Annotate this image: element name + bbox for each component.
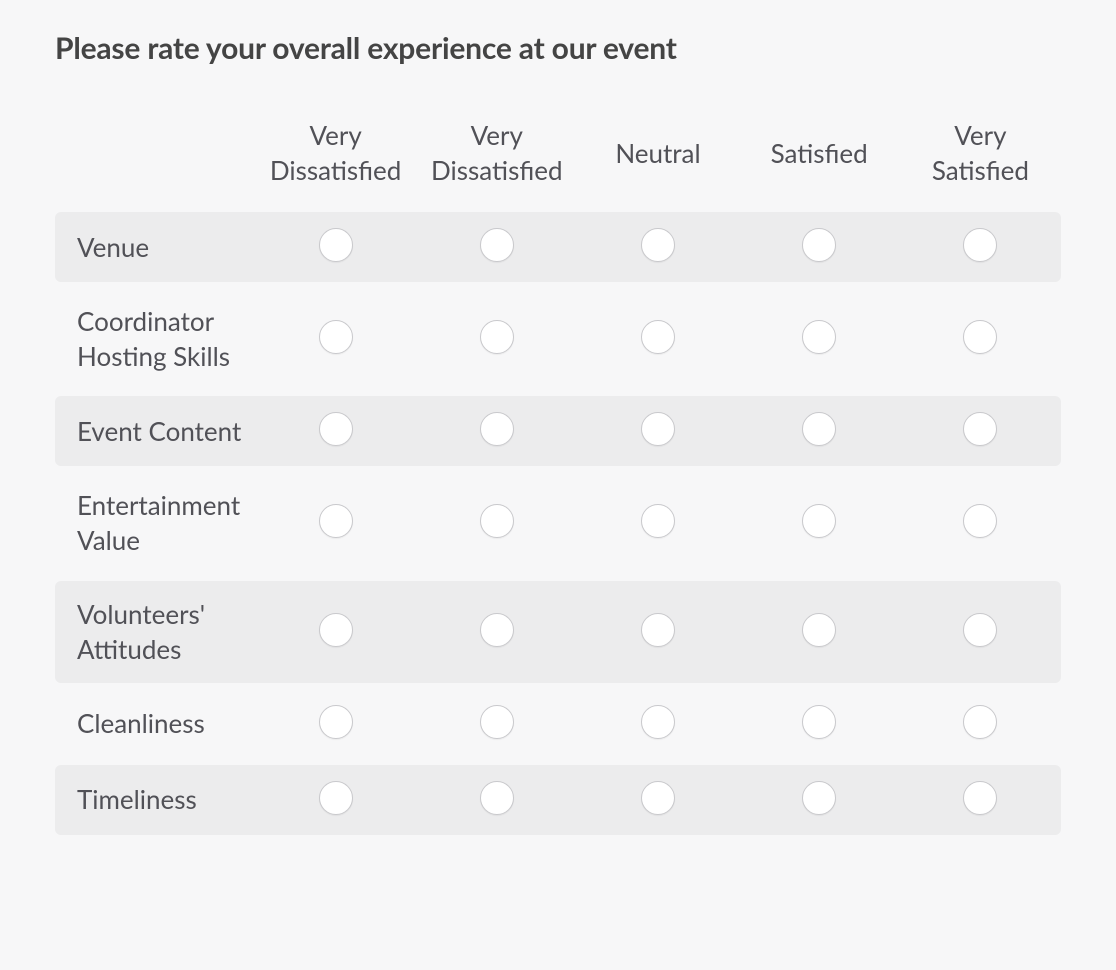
- table-row: Timeliness: [55, 765, 1061, 835]
- radio-option[interactable]: [319, 613, 353, 647]
- radio-option[interactable]: [963, 781, 997, 815]
- table-row: Event Content: [55, 396, 1061, 466]
- radio-option[interactable]: [319, 705, 353, 739]
- radio-option[interactable]: [480, 705, 514, 739]
- radio-option[interactable]: [963, 412, 997, 446]
- table-row: Venue: [55, 212, 1061, 282]
- table-row: Coordinator Hosting Skills: [55, 288, 1061, 390]
- column-header: Satisfied: [739, 102, 900, 206]
- radio-option[interactable]: [641, 320, 675, 354]
- radio-option[interactable]: [802, 412, 836, 446]
- likert-grid: Very Dissatisfied Very Dissatisfied Neut…: [55, 96, 1061, 841]
- radio-option[interactable]: [802, 504, 836, 538]
- radio-option[interactable]: [802, 613, 836, 647]
- survey-question: Please rate your overall experience at o…: [0, 0, 1116, 871]
- radio-option[interactable]: [480, 320, 514, 354]
- column-header: Neutral: [577, 102, 738, 206]
- radio-option[interactable]: [963, 613, 997, 647]
- row-label: Entertainment Value: [55, 472, 255, 574]
- radio-option[interactable]: [963, 705, 997, 739]
- row-label: Volunteers' Attitudes: [55, 581, 255, 683]
- radio-option[interactable]: [641, 613, 675, 647]
- table-row: Cleanliness: [55, 689, 1061, 759]
- radio-option[interactable]: [802, 705, 836, 739]
- radio-option[interactable]: [319, 781, 353, 815]
- question-title: Please rate your overall experience at o…: [55, 30, 1061, 66]
- radio-option[interactable]: [963, 504, 997, 538]
- column-header: Very Satisfied: [900, 102, 1061, 206]
- row-label: Venue: [55, 212, 255, 282]
- row-label: Timeliness: [55, 765, 255, 835]
- table-row: Entertainment Value: [55, 472, 1061, 574]
- column-header: Very Dissatisfied: [255, 102, 416, 206]
- radio-option[interactable]: [480, 504, 514, 538]
- radio-option[interactable]: [319, 228, 353, 262]
- table-row: Volunteers' Attitudes: [55, 581, 1061, 683]
- radio-option[interactable]: [641, 781, 675, 815]
- radio-option[interactable]: [641, 705, 675, 739]
- row-label: Event Content: [55, 396, 255, 466]
- radio-option[interactable]: [802, 781, 836, 815]
- radio-option[interactable]: [480, 412, 514, 446]
- radio-option[interactable]: [641, 504, 675, 538]
- radio-option[interactable]: [802, 320, 836, 354]
- radio-option[interactable]: [319, 412, 353, 446]
- radio-option[interactable]: [641, 412, 675, 446]
- column-header-spacer: [55, 102, 255, 206]
- column-header: Very Dissatisfied: [416, 102, 577, 206]
- radio-option[interactable]: [480, 613, 514, 647]
- radio-option[interactable]: [802, 228, 836, 262]
- radio-option[interactable]: [480, 781, 514, 815]
- row-label: Coordinator Hosting Skills: [55, 288, 255, 390]
- row-label: Cleanliness: [55, 689, 255, 759]
- radio-option[interactable]: [480, 228, 514, 262]
- radio-option[interactable]: [319, 504, 353, 538]
- radio-option[interactable]: [641, 228, 675, 262]
- radio-option[interactable]: [963, 228, 997, 262]
- radio-option[interactable]: [963, 320, 997, 354]
- radio-option[interactable]: [319, 320, 353, 354]
